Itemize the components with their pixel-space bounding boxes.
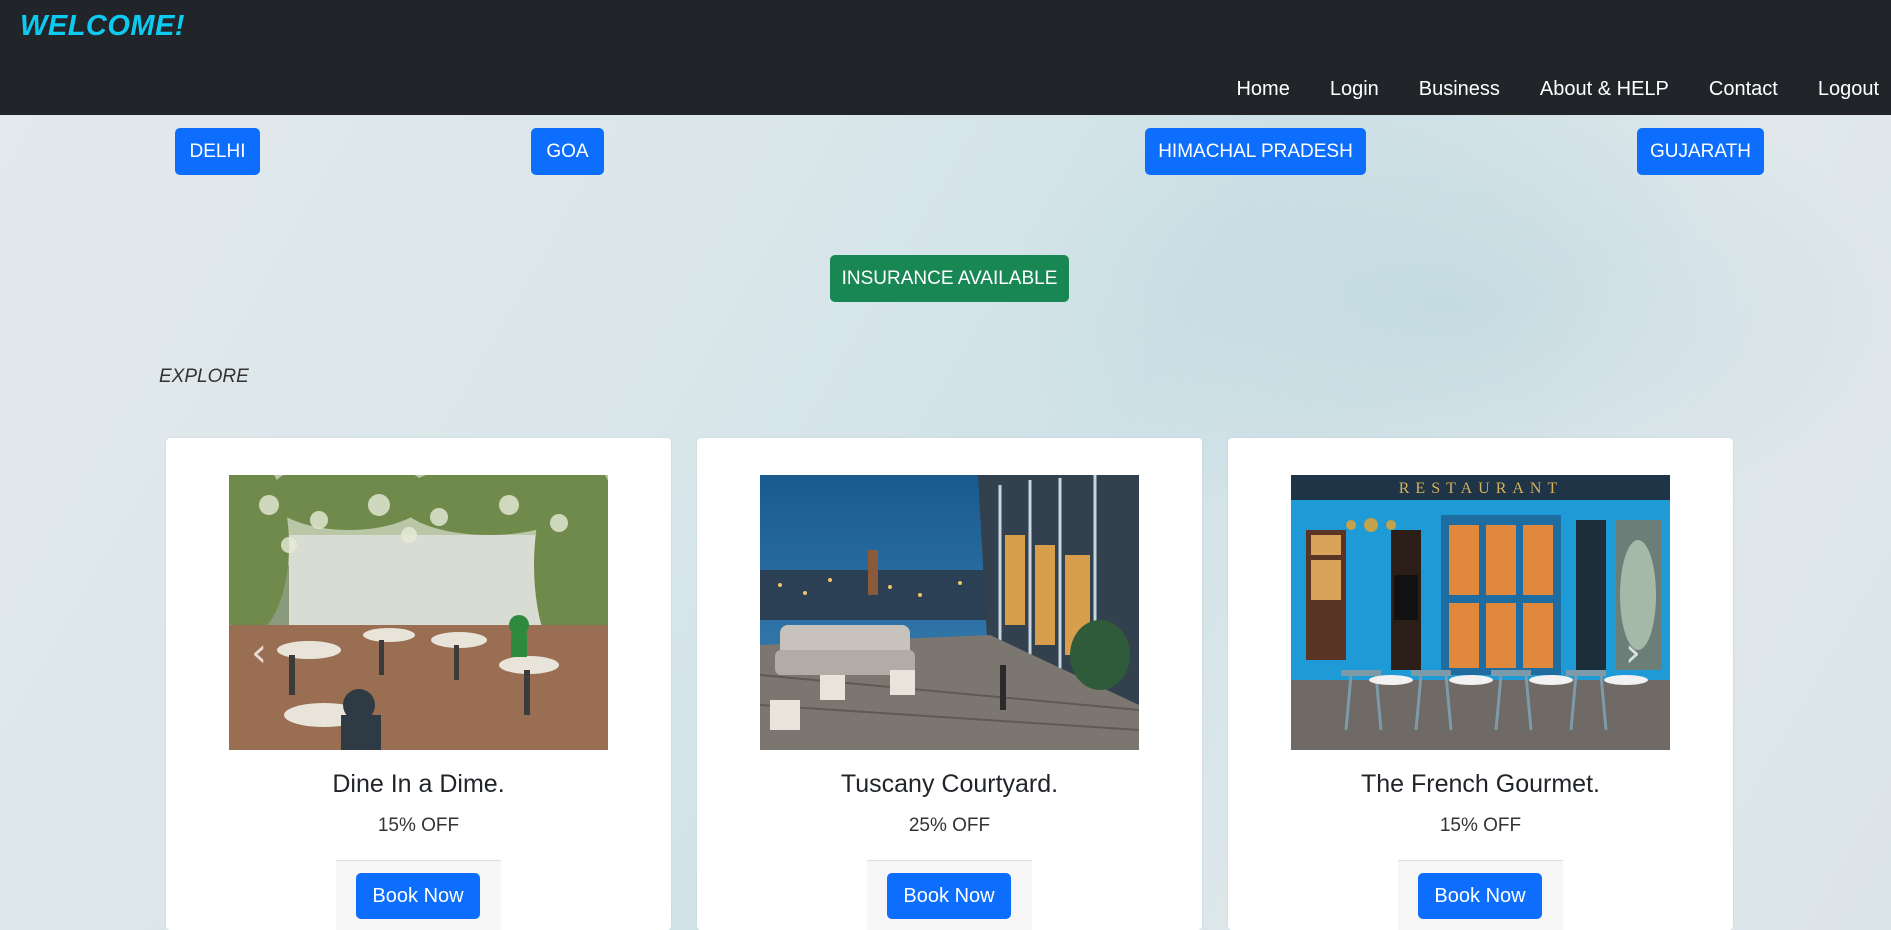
card-title: Dine In a Dime. (332, 770, 505, 798)
card-footer: Book Now (1398, 860, 1563, 930)
card-discount: 15% OFF (377, 815, 460, 836)
nav-home[interactable]: Home (1216, 78, 1309, 101)
explore-heading: EXPLORE (159, 366, 249, 387)
nav-contact[interactable]: Contact (1689, 78, 1798, 101)
card-title: The French Gourmet. (1361, 770, 1600, 798)
nav-login[interactable]: Login (1310, 78, 1399, 101)
restaurant-card-3: RESTAURANT › The French Gourmet. 15% OFF… (1228, 438, 1733, 930)
destination-button-gujarath[interactable]: GUJARATH (1637, 128, 1764, 175)
book-now-button[interactable]: Book Now (356, 873, 480, 919)
restaurant-sign: RESTAURANT (1399, 480, 1564, 497)
restaurant-card-1: ‹ Dine In a Dime. 15% OFF Book Now (166, 438, 671, 930)
restaurant-photo: RESTAURANT (1291, 475, 1670, 750)
book-now-button[interactable]: Book Now (1418, 873, 1542, 919)
chevron-right-icon[interactable]: › (1625, 630, 1641, 676)
chevron-left-icon[interactable]: ‹ (251, 630, 267, 676)
restaurant-image-the-french-gourmet: RESTAURANT › (1291, 475, 1670, 750)
card-footer: Book Now (867, 860, 1032, 930)
restaurant-card-2: Tuscany Courtyard. 25% OFF Book Now (697, 438, 1202, 930)
navbar: WELCOME! Home Login Business About & HEL… (0, 0, 1891, 115)
destination-button-delhi[interactable]: DELHI (175, 128, 260, 175)
card-discount: 25% OFF (908, 815, 991, 836)
restaurant-image-dine-in-a-dime: ‹ (229, 475, 608, 750)
card-discount: 15% OFF (1439, 815, 1522, 836)
card-footer: Book Now (336, 860, 501, 930)
nav-links: Home Login Business About & HELP Contact… (1216, 78, 1879, 101)
insurance-button[interactable]: INSURANCE AVAILABLE (830, 255, 1069, 302)
destination-button-goa[interactable]: GOA (531, 128, 604, 175)
book-now-button[interactable]: Book Now (887, 873, 1011, 919)
destination-button-himachal-pradesh[interactable]: HIMACHAL PRADESH (1145, 128, 1366, 175)
restaurant-image-tuscany-courtyard (760, 475, 1139, 750)
nav-about-help[interactable]: About & HELP (1520, 78, 1689, 101)
restaurant-photo (229, 475, 608, 750)
restaurant-photo (760, 475, 1139, 750)
brand-title[interactable]: WELCOME! (20, 10, 185, 43)
nav-logout[interactable]: Logout (1798, 78, 1879, 101)
card-title: Tuscany Courtyard. (840, 770, 1059, 798)
nav-business[interactable]: Business (1399, 78, 1520, 101)
